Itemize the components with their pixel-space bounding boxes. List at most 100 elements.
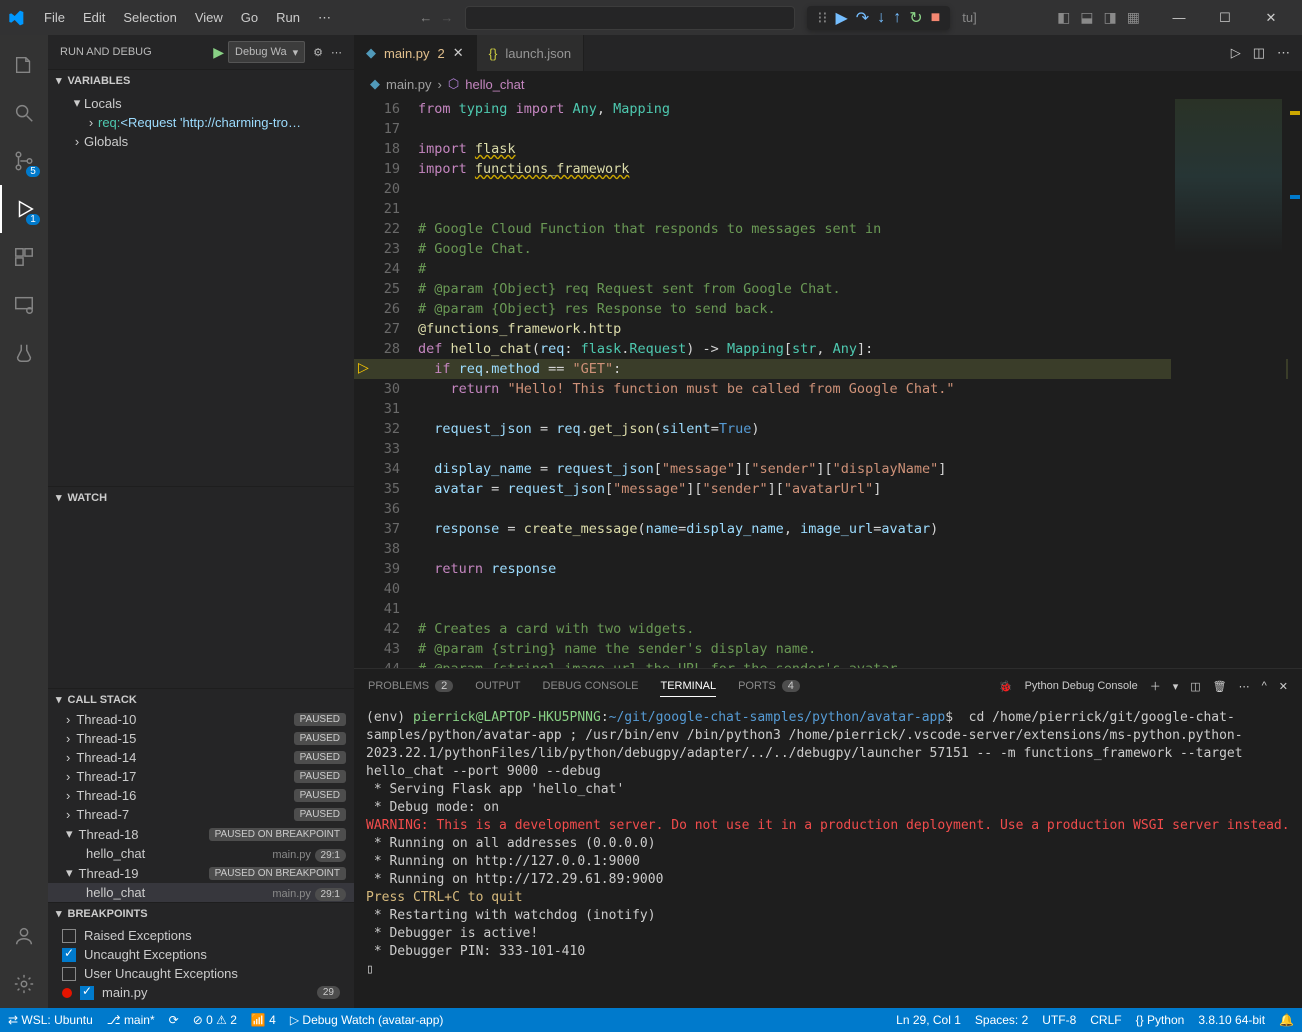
breadcrumb[interactable]: ◆ main.py › ⬡ hello_chat [354,71,1302,97]
notifications-icon[interactable]: 🔔 [1279,1013,1294,1027]
eol[interactable]: CRLF [1090,1013,1121,1027]
layout-panel-icon[interactable]: ⬓ [1080,9,1093,26]
continue-icon[interactable]: ▶ [835,8,847,28]
layout-customize-icon[interactable]: ▦ [1127,9,1140,26]
remote-indicator[interactable]: ⇄ WSL: Ubuntu [8,1013,93,1027]
explorer-icon[interactable] [0,41,48,89]
run-file-icon[interactable]: ▷ [1231,45,1241,61]
terminal-content[interactable]: (env) pierrick@LAPTOP-HKU5PNNG:~/git/goo… [354,703,1302,1008]
tab-ports[interactable]: PORTS4 [738,680,800,692]
close-icon[interactable]: ✕ [1248,2,1294,34]
layout-secondary-icon[interactable]: ◨ [1104,9,1117,26]
restart-icon[interactable]: ↻ [909,8,922,28]
thread-row[interactable]: ▾Thread-19PAUSED ON BREAKPOINT [48,863,354,883]
thread-row[interactable]: ›Thread-10PAUSED [48,710,354,729]
chevron-down-icon[interactable]: ▾ [1173,680,1179,693]
step-into-icon[interactable]: ↓ [877,9,885,27]
new-terminal-icon[interactable]: ＋ [1150,678,1161,694]
tab-debug-console[interactable]: DEBUG CONSOLE [543,680,639,692]
split-editor-icon[interactable]: ◫ [1253,45,1265,61]
thread-row[interactable]: ›Thread-14PAUSED [48,748,354,767]
bp-uncaught[interactable]: Uncaught Exceptions [48,945,354,964]
overview-ruler[interactable] [1288,97,1302,668]
minimize-icon[interactable]: — [1156,2,1202,34]
code-area[interactable]: from typing import Any, Mapping import f… [418,97,1302,668]
tab-launch-json[interactable]: {} launch.json [477,35,584,71]
command-center[interactable] [465,6,795,30]
bp-label: User Uncaught Exceptions [84,966,238,981]
git-branch[interactable]: ⎇ main* [107,1013,155,1027]
indentation[interactable]: Spaces: 2 [975,1013,1028,1027]
maximize-icon[interactable]: ☐ [1202,2,1248,34]
bp-file[interactable]: main.py29 [48,983,354,1002]
menu-more[interactable]: ⋯ [310,6,339,30]
more-icon[interactable]: ⋯ [1239,680,1250,693]
stack-frame[interactable]: hello_chatmain.py 29:1 [48,883,354,902]
tab-output[interactable]: OUTPUT [475,680,520,692]
more-icon[interactable]: ⋯ [1277,45,1290,61]
settings-icon[interactable] [0,960,48,1008]
nav-back-icon[interactable]: ← [419,10,432,25]
debug-status[interactable]: ▷ Debug Watch (avatar-app) [290,1013,444,1027]
tab-problems[interactable]: PROBLEMS2 [368,680,453,692]
more-icon[interactable]: ⋯ [331,46,342,59]
close-panel-icon[interactable]: ✕ [1279,680,1288,693]
bp-user-uncaught[interactable]: User Uncaught Exceptions [48,964,354,983]
search-icon[interactable] [0,89,48,137]
globals-row[interactable]: ›Globals [48,132,354,151]
thread-row[interactable]: ›Thread-7PAUSED [48,805,354,824]
debug-badge: 1 [26,214,40,225]
menu-file[interactable]: File [36,6,73,30]
ports-status[interactable]: 📶 4 [251,1013,276,1027]
thread-row[interactable]: ▾Thread-18PAUSED ON BREAKPOINT [48,824,354,844]
locals-row[interactable]: ▾Locals [48,93,354,113]
sync-icon[interactable]: ⟳ [169,1013,179,1027]
minimap[interactable] [1171,97,1286,668]
gear-icon[interactable]: ⚙ [313,46,323,59]
close-icon[interactable]: ✕ [453,45,464,61]
watch-header[interactable]: ▾WATCH [48,486,354,508]
start-debug-icon[interactable]: ▶ [213,44,224,61]
nav-forward-icon[interactable]: → [440,10,453,25]
launch-config-dropdown[interactable]: Debug Wa ▾ [228,41,305,63]
thread-row[interactable]: ›Thread-15PAUSED [48,729,354,748]
stack-frame[interactable]: hello_chatmain.py 29:1 [48,844,354,863]
line-number-gutter[interactable]: 1617181920212223242526272829303132333435… [354,97,418,668]
menu-view[interactable]: View [187,6,231,30]
variables-header[interactable]: ▾VARIABLES [48,69,354,91]
stop-icon[interactable]: ■ [931,9,941,27]
drag-handle-icon[interactable]: ⁝⁝ [817,8,827,28]
menu-go[interactable]: Go [233,6,266,30]
editor-body[interactable]: 1617181920212223242526272829303132333435… [354,97,1302,668]
maximize-panel-icon[interactable]: ^ [1262,680,1267,692]
run-debug-icon[interactable]: 1 [0,185,48,233]
step-out-icon[interactable]: ↑ [893,9,901,27]
split-terminal-icon[interactable]: ◫ [1190,680,1200,693]
step-over-icon[interactable]: ↷ [856,8,869,28]
cursor-position[interactable]: Ln 29, Col 1 [896,1013,961,1027]
problems-status[interactable]: ⊘ 0 ⚠ 2 [193,1013,237,1027]
tab-terminal[interactable]: TERMINAL [660,680,716,697]
python-file-icon: ◆ [370,76,380,92]
remote-explorer-icon[interactable] [0,281,48,329]
language-mode[interactable]: {} Python [1136,1013,1185,1027]
terminal-profile-label[interactable]: Python Debug Console [1025,680,1138,692]
encoding[interactable]: UTF-8 [1042,1013,1076,1027]
python-interpreter[interactable]: 3.8.10 64-bit [1198,1013,1265,1027]
thread-row[interactable]: ›Thread-16PAUSED [48,786,354,805]
tab-main-py[interactable]: ◆ main.py 2 ✕ [354,35,477,71]
source-control-icon[interactable]: 5 [0,137,48,185]
extensions-icon[interactable] [0,233,48,281]
callstack-header[interactable]: ▾CALL STACK [48,688,354,710]
kill-terminal-icon[interactable]: 🗑 [1213,680,1227,693]
variable-req[interactable]: ›req: <Request 'http://charming-tro… [48,113,354,132]
menu-selection[interactable]: Selection [115,6,184,30]
testing-icon[interactable] [0,329,48,377]
bp-raised[interactable]: Raised Exceptions [48,926,354,945]
layout-primary-icon[interactable]: ◧ [1057,9,1070,26]
thread-row[interactable]: ›Thread-17PAUSED [48,767,354,786]
menu-edit[interactable]: Edit [75,6,113,30]
menu-run[interactable]: Run [268,6,308,30]
accounts-icon[interactable] [0,912,48,960]
breakpoints-header[interactable]: ▾BREAKPOINTS [48,902,354,924]
